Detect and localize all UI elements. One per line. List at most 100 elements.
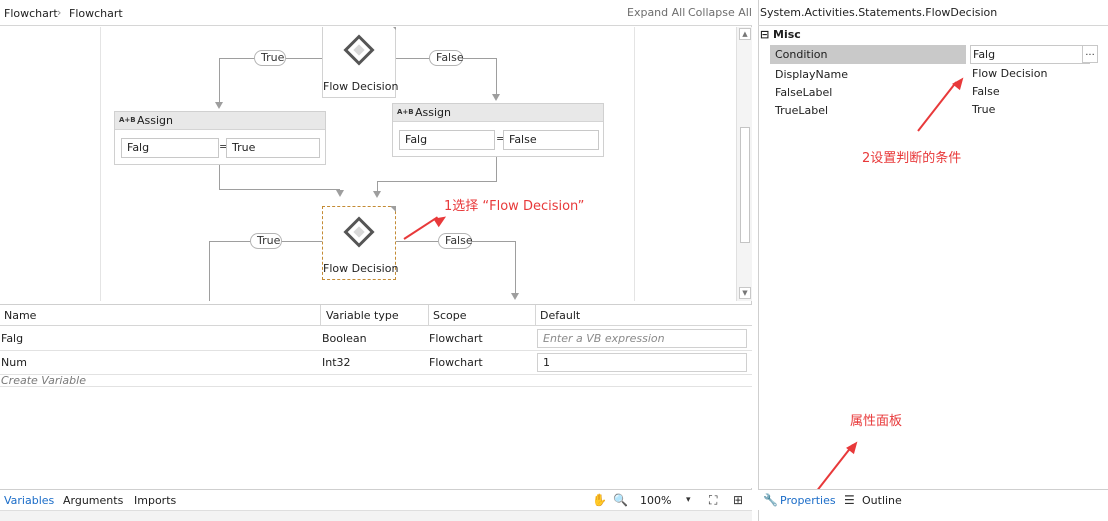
bottom-decision-true-label[interactable]: True [250,233,282,249]
assign-header: A+B Assign [393,104,603,122]
variables-panel: Name Variable type Scope Default Falg Bo… [0,304,752,488]
variable-type[interactable]: Boolean [322,332,367,345]
assign-value-field[interactable]: True [226,138,320,158]
variable-scope[interactable]: Flowchart [429,332,483,345]
property-name: FalseLabel [775,86,833,99]
arrow-down-icon [336,190,344,197]
variables-header-row: Name Variable type Scope Default [0,305,752,326]
fit-screen-icon[interactable]: ⛶ [709,493,717,508]
property-row-falselabel[interactable]: FalseLabel False [770,83,1100,102]
divider [758,25,1108,26]
tab-imports[interactable]: Imports [134,494,176,507]
collapse-all-button[interactable]: Collapse All [688,6,752,19]
canvas-vertical-scrollbar[interactable]: ▲ ▼ [736,27,752,301]
arrow-down-icon [215,102,223,109]
breadcrumb-current[interactable]: Flowchart [69,7,123,20]
hand-icon[interactable]: ✋ [592,493,607,507]
bottom-decision-label: Flow Decision [323,262,399,275]
truelabel-input[interactable]: True [970,101,1090,120]
property-row-condition[interactable]: Condition Falg [770,45,1100,64]
assign-activity-false[interactable]: A+B Assign Falg = False [392,103,604,157]
assign-to-field[interactable]: Falg [121,138,219,158]
table-row[interactable]: Num Int32 Flowchart 1 [0,351,752,375]
column-header-scope[interactable]: Scope [433,309,467,322]
category-label: Misc [773,28,801,41]
top-decision-true-label[interactable]: True [254,50,286,66]
divider [0,386,752,387]
assign-to-field[interactable]: Falg [399,130,495,150]
variable-name[interactable]: Num [1,356,27,369]
bottom-flow-decision[interactable]: Flow Decision [322,206,399,280]
connector-left-merge-h [219,189,340,190]
canvas-boundary-left [100,27,101,301]
overview-icon[interactable]: ⊞ [733,493,743,507]
breadcrumb-separator: › [57,6,62,19]
annotation-select-decision: 1选择 “Flow Decision” [444,199,585,214]
tab-outline[interactable]: Outline [862,494,902,507]
zoom-level-select[interactable]: 100% [640,494,671,507]
designer-header: Flowchart › Flowchart Expand All Collaps… [0,0,752,26]
top-flow-decision[interactable]: Flow Decision [322,27,399,98]
properties-bottom-tabs: 🔧 Properties ☰ Outline [758,489,1108,510]
variable-default-input[interactable]: Enter a VB expression [537,329,747,348]
properties-title: System.Activities.Statements.FlowDecisio… [760,6,998,19]
connector-true-bottom-v [209,241,210,301]
annotation-properties-panel: 属性面板 [850,414,903,429]
flowchart-canvas[interactable]: True False Flow Decision A+B Assign Falg… [0,27,736,301]
bottom-decision-false-label[interactable]: False [438,233,473,249]
variable-default-input[interactable]: 1 [537,353,747,372]
top-decision-false-label[interactable]: False [429,50,464,66]
assign-title: Assign [137,114,173,127]
assign-header: A+B Assign [115,112,325,130]
designer-bottom-bar: Variables Arguments Imports ✋ 🔍 100% ▾ ⛶… [0,489,752,510]
column-header-name[interactable]: Name [4,309,36,322]
column-separator[interactable] [428,305,429,326]
variable-name[interactable]: Falg [1,332,23,345]
wrench-icon: 🔧 [763,493,778,507]
outline-icon: ☰ [844,493,855,507]
collapse-icon[interactable]: ⊟ [760,28,773,41]
table-row[interactable]: Falg Boolean Flowchart Enter a VB expres… [0,327,752,351]
variable-type[interactable]: Int32 [322,356,351,369]
connector-right-merge-h [377,181,497,182]
connector-false-top-v [496,58,497,96]
assign-icon: A+B [119,116,136,124]
canvas-boundary-right [634,27,635,301]
column-separator[interactable] [535,305,536,326]
scroll-down-icon[interactable]: ▼ [739,287,751,299]
assign-value-field[interactable]: False [503,130,599,150]
column-header-default[interactable]: Default [540,309,580,322]
falselabel-input[interactable]: False [970,83,1090,102]
status-strip [0,510,752,521]
arrow-down-icon [511,293,519,300]
scroll-up-icon[interactable]: ▲ [739,28,751,40]
arrow-down-icon [492,94,500,101]
connector-left-merge-v [219,165,220,189]
scrollbar-thumb[interactable] [740,127,750,243]
connector-true-top-v [219,58,220,104]
expand-all-button[interactable]: Expand All [627,6,685,19]
assign-title: Assign [415,106,451,119]
annotation-set-condition: 2设置判断的条件 [862,151,962,166]
connector-right-merge-v [496,157,497,181]
variable-scope[interactable]: Flowchart [429,356,483,369]
condition-input[interactable]: Falg [970,45,1090,64]
zoom-icon[interactable]: 🔍 [613,493,628,507]
properties-category-misc[interactable]: ⊟ Misc [760,28,801,41]
column-separator[interactable] [320,305,321,326]
property-row-displayname[interactable]: DisplayName Flow Decision [770,65,1100,84]
decision-diamond-icon [343,34,375,66]
assign-icon: A+B [397,108,414,116]
arrow-down-icon [373,191,381,198]
condition-ellipsis-button[interactable]: ... [1082,45,1098,63]
column-header-type[interactable]: Variable type [326,309,399,322]
breadcrumb-root[interactable]: Flowchart [4,7,58,20]
assign-activity-true[interactable]: A+B Assign Falg = True [114,111,326,165]
tab-properties[interactable]: Properties [780,494,836,507]
chevron-down-icon[interactable]: ▾ [686,495,691,505]
tab-variables[interactable]: Variables [4,494,54,507]
top-decision-label: Flow Decision [323,80,399,93]
property-name: Condition [770,45,966,64]
displayname-input[interactable]: Flow Decision [970,65,1090,84]
tab-arguments[interactable]: Arguments [63,494,123,507]
